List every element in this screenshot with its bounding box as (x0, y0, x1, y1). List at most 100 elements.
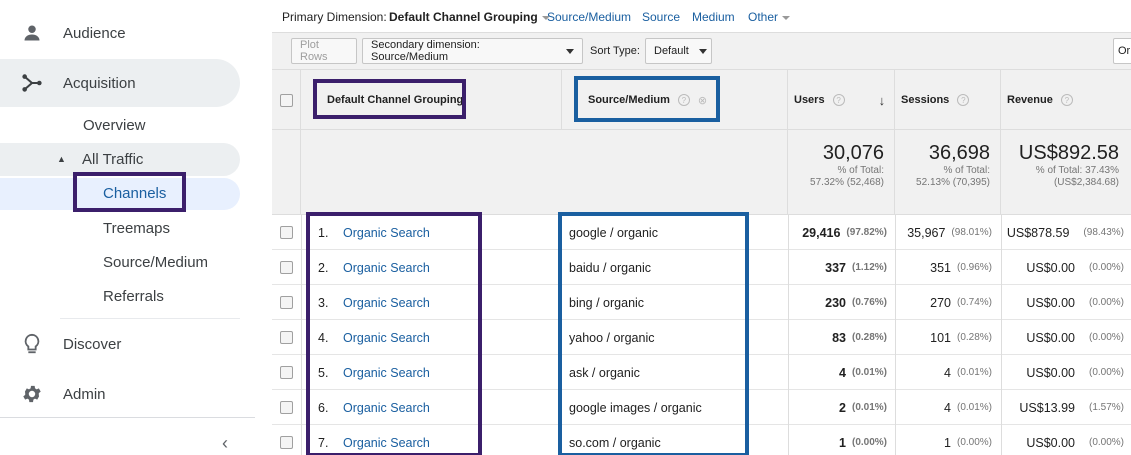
revenue-cell: US$0.00 (0.00%) (1001, 320, 1124, 355)
dimension-link-other[interactable]: Other (748, 10, 791, 24)
sidebar-item-audience[interactable]: Audience (0, 9, 240, 57)
dimension-link-source-medium[interactable]: Source/Medium (547, 10, 631, 24)
help-icon[interactable]: ? (1060, 94, 1073, 106)
totals-users: 30,076 % of Total: 57.32% (52,468) (788, 130, 895, 215)
users-pct: (1.12%) (851, 262, 887, 273)
users-cell: 2 (0.01%) (788, 390, 887, 425)
divider (301, 215, 302, 250)
collapse-sidebar-icon[interactable]: ‹ (222, 433, 228, 454)
divider (301, 425, 302, 455)
dropdown-arrow-icon (566, 48, 574, 54)
plot-rows-button[interactable]: Plot Rows (291, 38, 357, 64)
revenue-cell: US$0.00 (0.00%) (1001, 285, 1124, 320)
total-users-pct-label: % of Total: (837, 165, 884, 176)
primary-dimension-text: Default Channel Grouping (389, 10, 538, 24)
sidebar-item-referrals[interactable]: Referrals (103, 288, 164, 305)
divider (301, 355, 302, 390)
users-value: 29,416 (802, 225, 841, 240)
row-checkbox[interactable] (280, 331, 293, 344)
users-pct: (0.01%) (851, 367, 887, 378)
total-sessions-of-total: 52.13% (70,395) (916, 177, 990, 188)
select-all-checkbox[interactable] (279, 93, 293, 107)
sidebar-item-discover[interactable]: Discover (0, 320, 240, 368)
table-options-button[interactable]: Or (1113, 38, 1131, 64)
divider (301, 320, 302, 355)
users-value: 230 (825, 295, 846, 310)
sidebar-item-treemaps[interactable]: Treemaps (103, 220, 170, 237)
users-cell: 83 (0.28%) (788, 320, 887, 355)
users-value: 1 (839, 435, 846, 450)
header-label: Sessions (901, 94, 950, 106)
sessions-value: 101 (930, 330, 951, 345)
sidebar-item-label: Admin (63, 385, 106, 403)
lightbulb-icon (20, 332, 44, 356)
row-checkbox[interactable] (280, 436, 293, 449)
gear-icon (20, 382, 44, 406)
sessions-value: 35,967 (907, 225, 946, 240)
totals-sessions: 36,698 % of Total: 52.13% (70,395) (895, 130, 1001, 215)
divider (301, 390, 302, 425)
total-revenue-of-total: (US$2,384.68) (1053, 177, 1119, 188)
sidebar-item-overview[interactable]: Overview (83, 117, 146, 134)
sessions-pct: (0.96%) (956, 262, 992, 273)
revenue-pct: (1.57%) (1088, 402, 1124, 413)
primary-dimension-label: Primary Dimension: (282, 10, 387, 24)
sort-type-label: Sort Type: (590, 45, 640, 57)
dimension-link-source[interactable]: Source (642, 10, 680, 24)
sessions-value: 4 (944, 400, 951, 415)
totals-revenue: US$892.58 % of Total: 37.43% (US$2,384.6… (1001, 130, 1131, 215)
revenue-value: US$0.00 (1026, 260, 1075, 275)
users-pct: (0.00%) (851, 437, 887, 448)
header-users[interactable]: Users ? ↓ (788, 70, 895, 130)
row-checkbox[interactable] (280, 296, 293, 309)
row-checkbox[interactable] (280, 401, 293, 414)
sessions-cell: 101 (0.28%) (895, 320, 992, 355)
row-checkbox[interactable] (280, 366, 293, 379)
sessions-cell: 1 (0.00%) (895, 425, 992, 455)
totals-blank (272, 130, 301, 215)
sessions-cell: 351 (0.96%) (895, 250, 992, 285)
revenue-value: US$0.00 (1026, 365, 1075, 380)
revenue-cell: US$0.00 (0.00%) (1001, 355, 1124, 390)
total-revenue-value: US$892.58 (1018, 142, 1119, 164)
divider (301, 285, 302, 320)
users-cell: 4 (0.01%) (788, 355, 887, 390)
sidebar-item-admin[interactable]: Admin (0, 370, 240, 418)
users-value: 2 (839, 400, 846, 415)
revenue-pct: (0.00%) (1088, 332, 1124, 343)
users-value: 83 (832, 330, 846, 345)
divider (60, 318, 240, 319)
total-sessions-pct-label: % of Total: (943, 165, 990, 176)
revenue-value: US$13.99 (1019, 400, 1075, 415)
row-checkbox[interactable] (280, 226, 293, 239)
users-cell: 29,416 (97.82%) (788, 215, 887, 250)
dropdown-arrow-icon (698, 48, 707, 54)
header-select-cell (272, 70, 301, 130)
secondary-dimension-dropdown[interactable]: Secondary dimension: Source/Medium (362, 38, 583, 64)
annotation-box (73, 172, 186, 212)
primary-dimension-value[interactable]: Default Channel Grouping (389, 10, 550, 24)
help-icon[interactable]: ? (957, 94, 970, 106)
header-revenue[interactable]: Revenue ? (1001, 70, 1131, 130)
sidebar-item-source-medium[interactable]: Source/Medium (103, 254, 208, 271)
users-cell: 337 (1.12%) (788, 250, 887, 285)
users-cell: 230 (0.76%) (788, 285, 887, 320)
help-icon[interactable]: ? (832, 94, 845, 106)
total-sessions-value: 36,698 (928, 142, 990, 164)
dimension-link-medium[interactable]: Medium (692, 10, 735, 24)
users-value: 337 (825, 260, 846, 275)
sort-type-dropdown[interactable]: Default (645, 38, 712, 64)
users-pct: (0.01%) (851, 402, 887, 413)
divider (301, 250, 302, 285)
acquisition-icon (20, 71, 44, 95)
sidebar-item-acquisition[interactable]: Acquisition (0, 59, 240, 107)
users-value: 4 (839, 365, 846, 380)
total-users-of-total: 57.32% (52,468) (810, 177, 884, 188)
header-label: Revenue (1007, 94, 1053, 106)
totals-row: 30,076 % of Total: 57.32% (52,468) 36,69… (272, 130, 1131, 215)
revenue-cell: US$0.00 (0.00%) (1001, 250, 1124, 285)
users-pct: (0.28%) (851, 332, 887, 343)
header-sessions[interactable]: Sessions ? (895, 70, 1001, 130)
revenue-pct: (0.00%) (1088, 297, 1124, 308)
row-checkbox[interactable] (280, 261, 293, 274)
